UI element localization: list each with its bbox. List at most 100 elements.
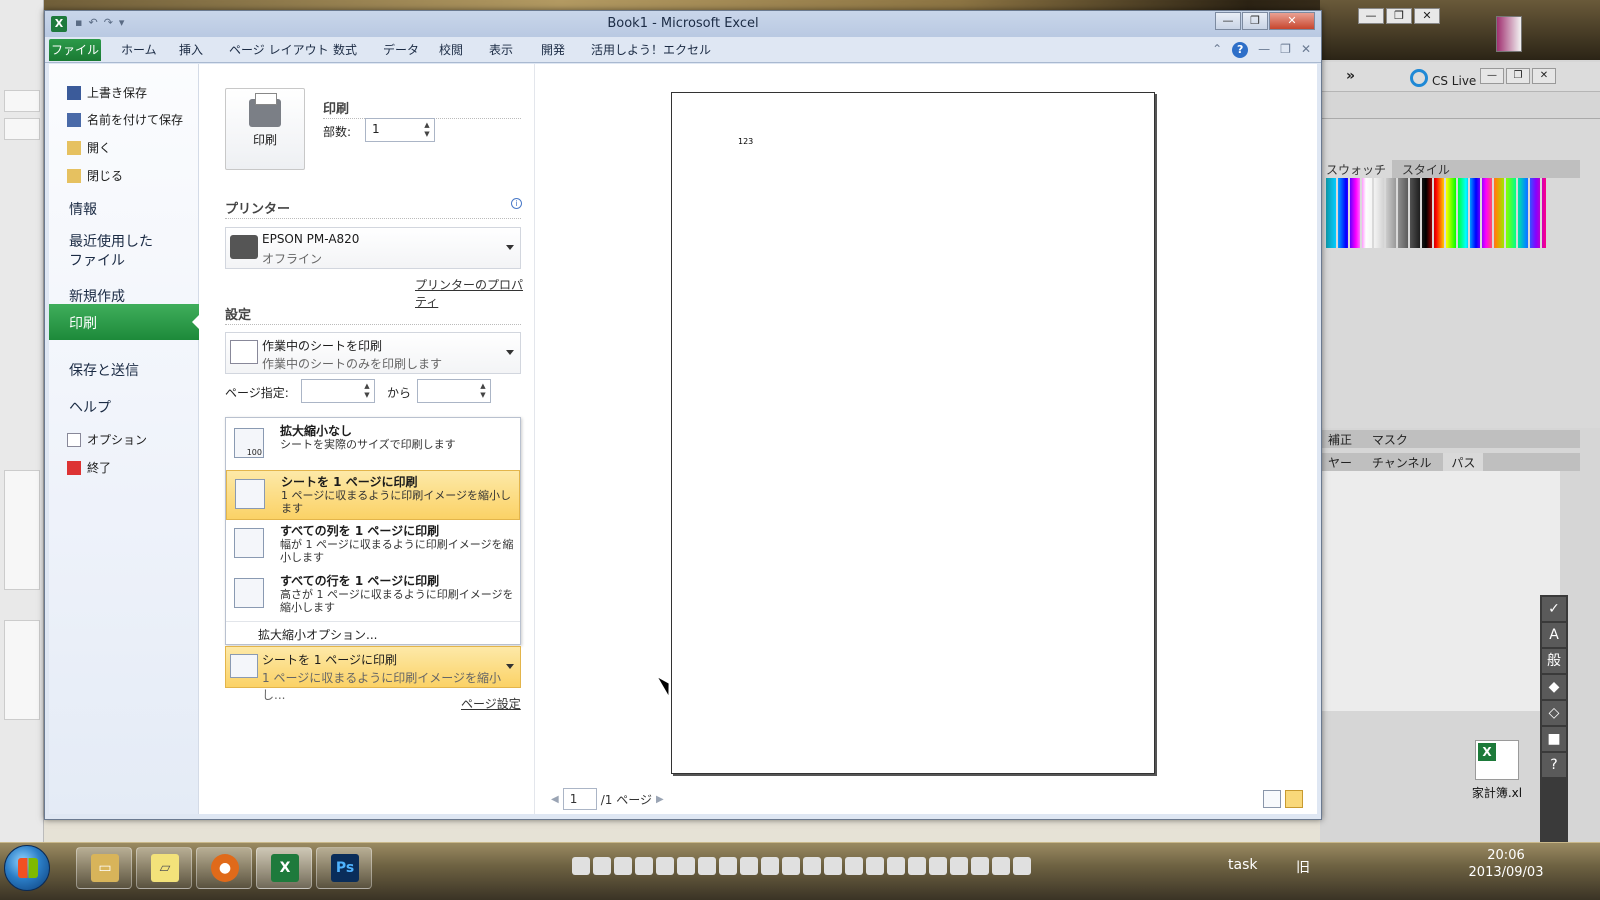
maximize-button[interactable]: ❐ xyxy=(1506,68,1530,84)
minimize-button[interactable]: — xyxy=(1480,68,1504,84)
app-icon[interactable] xyxy=(635,857,653,875)
help-icon[interactable]: ? xyxy=(1232,42,1249,58)
print-what-dropdown[interactable]: 作業中のシートを印刷 作業中のシートのみを印刷します xyxy=(225,332,521,374)
nav-info[interactable]: 情報 xyxy=(69,199,97,219)
tab-formulas[interactable]: 数式 xyxy=(333,41,357,58)
tab-style[interactable]: スタイル xyxy=(1396,160,1456,179)
prev-page-icon[interactable]: ◀ xyxy=(551,794,559,805)
nav-options[interactable]: オプション xyxy=(67,431,147,448)
tab-view[interactable]: 表示 xyxy=(489,41,513,58)
tab-path[interactable]: パス xyxy=(1443,453,1484,472)
app-icon[interactable] xyxy=(698,857,716,875)
ime-mode-icon[interactable]: A xyxy=(1542,623,1566,647)
close-button[interactable]: ✕ xyxy=(1414,8,1440,24)
next-page-icon[interactable]: ▶ xyxy=(656,794,664,805)
page-setup-link[interactable]: ページ設定 xyxy=(461,695,521,712)
nav-exit[interactable]: 終了 xyxy=(67,459,111,476)
scaling-option-none[interactable]: 100 拡大縮小なし シートを実際のサイズで印刷します xyxy=(226,420,520,470)
toolbar-task[interactable]: task xyxy=(1228,857,1257,873)
tab-layer[interactable]: ヤー xyxy=(1320,453,1360,472)
nav-save-send[interactable]: 保存と送信 xyxy=(69,360,139,380)
app-icon[interactable] xyxy=(656,857,674,875)
app-icon[interactable] xyxy=(992,857,1010,875)
page-number-input[interactable]: 1 xyxy=(562,788,597,810)
app-icon[interactable] xyxy=(740,857,758,875)
printer-properties-link[interactable]: プリンターのプロパティ xyxy=(415,276,534,310)
app-icon[interactable] xyxy=(845,857,863,875)
toolbar-kyu[interactable]: 旧 xyxy=(1296,857,1310,877)
taskbar-explorer[interactable]: ▭ xyxy=(76,847,132,889)
app-icon[interactable] xyxy=(614,857,632,875)
show-margins-button[interactable] xyxy=(1263,790,1281,808)
swatch-grid[interactable] xyxy=(1326,178,1546,248)
info-icon[interactable]: i xyxy=(511,198,522,209)
copies-stepper[interactable]: 1 ▲ ▼ xyxy=(365,118,435,142)
print-button[interactable]: 印刷 xyxy=(225,88,305,170)
app-icon[interactable] xyxy=(719,857,737,875)
taskbar-excel[interactable]: X xyxy=(256,847,312,889)
ime-tool-icon[interactable]: ■ xyxy=(1542,727,1566,751)
minimize-workbook-button[interactable]: — xyxy=(1258,42,1270,58)
app-icon[interactable] xyxy=(761,857,779,875)
ime-tool-icon[interactable]: ◆ xyxy=(1542,675,1566,699)
cslive-button[interactable]: CS Live xyxy=(1410,69,1476,88)
app-icon[interactable] xyxy=(929,857,947,875)
app-icon[interactable] xyxy=(887,857,905,875)
scaling-dropdown[interactable]: シートを 1 ページに印刷 1 ページに収まるように印刷イメージを縮小し... xyxy=(225,646,521,702)
desktop-file-icon[interactable]: 家計簿.xl xyxy=(1462,740,1532,801)
taskbar-firefox[interactable]: ● xyxy=(196,847,252,889)
stepper-arrows-icon[interactable]: ▲ ▼ xyxy=(422,121,432,139)
pages-to-input[interactable]: ▲ ▼ xyxy=(417,379,491,403)
app-icon[interactable] xyxy=(824,857,842,875)
tab-home[interactable]: ホーム xyxy=(121,41,157,58)
nav-open[interactable]: 開く xyxy=(67,139,111,156)
nav-recent[interactable]: 最近使用した ファイル xyxy=(69,233,153,271)
scaling-option-fit-sheet[interactable]: シートを 1 ページに印刷 1 ページに収まるように印刷イメージを縮小します xyxy=(226,470,520,520)
restore-workbook-button[interactable]: ❐ xyxy=(1280,42,1291,58)
tab-file[interactable]: ファイル xyxy=(49,39,101,61)
help-icon[interactable]: ? xyxy=(1542,753,1566,777)
ime-tool-icon[interactable]: ◇ xyxy=(1542,701,1566,725)
app-icon[interactable] xyxy=(1496,16,1522,52)
clock[interactable]: 20:06 2013/09/03 xyxy=(1466,847,1546,881)
tab-insert[interactable]: 挿入 xyxy=(179,41,203,58)
tab-data[interactable]: データ xyxy=(383,41,419,58)
zoom-to-page-button[interactable] xyxy=(1285,790,1303,808)
collapse-ribbon-icon[interactable]: ⌃ xyxy=(1212,42,1222,58)
nav-print[interactable]: 印刷 xyxy=(49,304,200,340)
minimize-button[interactable]: — xyxy=(1215,12,1241,30)
taskbar-photoshop[interactable]: Ps xyxy=(316,847,372,889)
ime-kanji-icon[interactable]: 般 xyxy=(1542,649,1566,673)
tab-mask[interactable]: マスク xyxy=(1364,430,1416,449)
close-workbook-button[interactable]: ✕ xyxy=(1301,42,1311,58)
nav-save[interactable]: 上書き保存 xyxy=(67,84,147,101)
pages-from-input[interactable]: ▲ ▼ xyxy=(301,379,375,403)
tab-adjust[interactable]: 補正 xyxy=(1320,430,1360,449)
app-icon[interactable] xyxy=(677,857,695,875)
tab-swatches[interactable]: スウォッチ xyxy=(1320,160,1393,179)
tab-page-layout[interactable]: ページ レイアウト xyxy=(229,41,329,58)
tab-review[interactable]: 校閲 xyxy=(439,41,463,58)
chevron-right-icon[interactable]: » xyxy=(1346,68,1355,84)
app-icon[interactable] xyxy=(950,857,968,875)
app-icon[interactable] xyxy=(803,857,821,875)
scaling-options-item[interactable]: 拡大縮小オプション... xyxy=(226,621,520,645)
app-icon[interactable] xyxy=(908,857,926,875)
nav-close[interactable]: 閉じる xyxy=(67,167,123,184)
printer-dropdown[interactable]: EPSON PM-A820 オフライン xyxy=(225,227,521,269)
tab-developer[interactable]: 開発 xyxy=(541,41,565,58)
app-icon[interactable] xyxy=(866,857,884,875)
app-icon[interactable] xyxy=(572,857,590,875)
scaling-option-fit-columns[interactable]: すべての列を 1 ページに印刷 幅が 1 ページに収まるように印刷イメージを縮小… xyxy=(226,520,520,570)
stepper-arrows-icon[interactable]: ▲ ▼ xyxy=(362,382,372,400)
minimize-button[interactable]: — xyxy=(1358,8,1384,24)
start-button[interactable] xyxy=(4,845,50,891)
nav-save-as[interactable]: 名前を付けて保存 xyxy=(67,111,183,128)
app-icon[interactable] xyxy=(1013,857,1031,875)
ime-icon[interactable]: ✓ xyxy=(1542,597,1566,621)
nav-new[interactable]: 新規作成 xyxy=(69,286,125,306)
taskbar-sticky-notes[interactable]: ▱ xyxy=(136,847,192,889)
scaling-option-fit-rows[interactable]: すべての行を 1 ページに印刷 高さが 1 ページに収まるように印刷イメージを縮… xyxy=(226,570,520,620)
nav-help[interactable]: ヘルプ xyxy=(69,397,111,417)
maximize-button[interactable]: ❐ xyxy=(1386,8,1412,24)
